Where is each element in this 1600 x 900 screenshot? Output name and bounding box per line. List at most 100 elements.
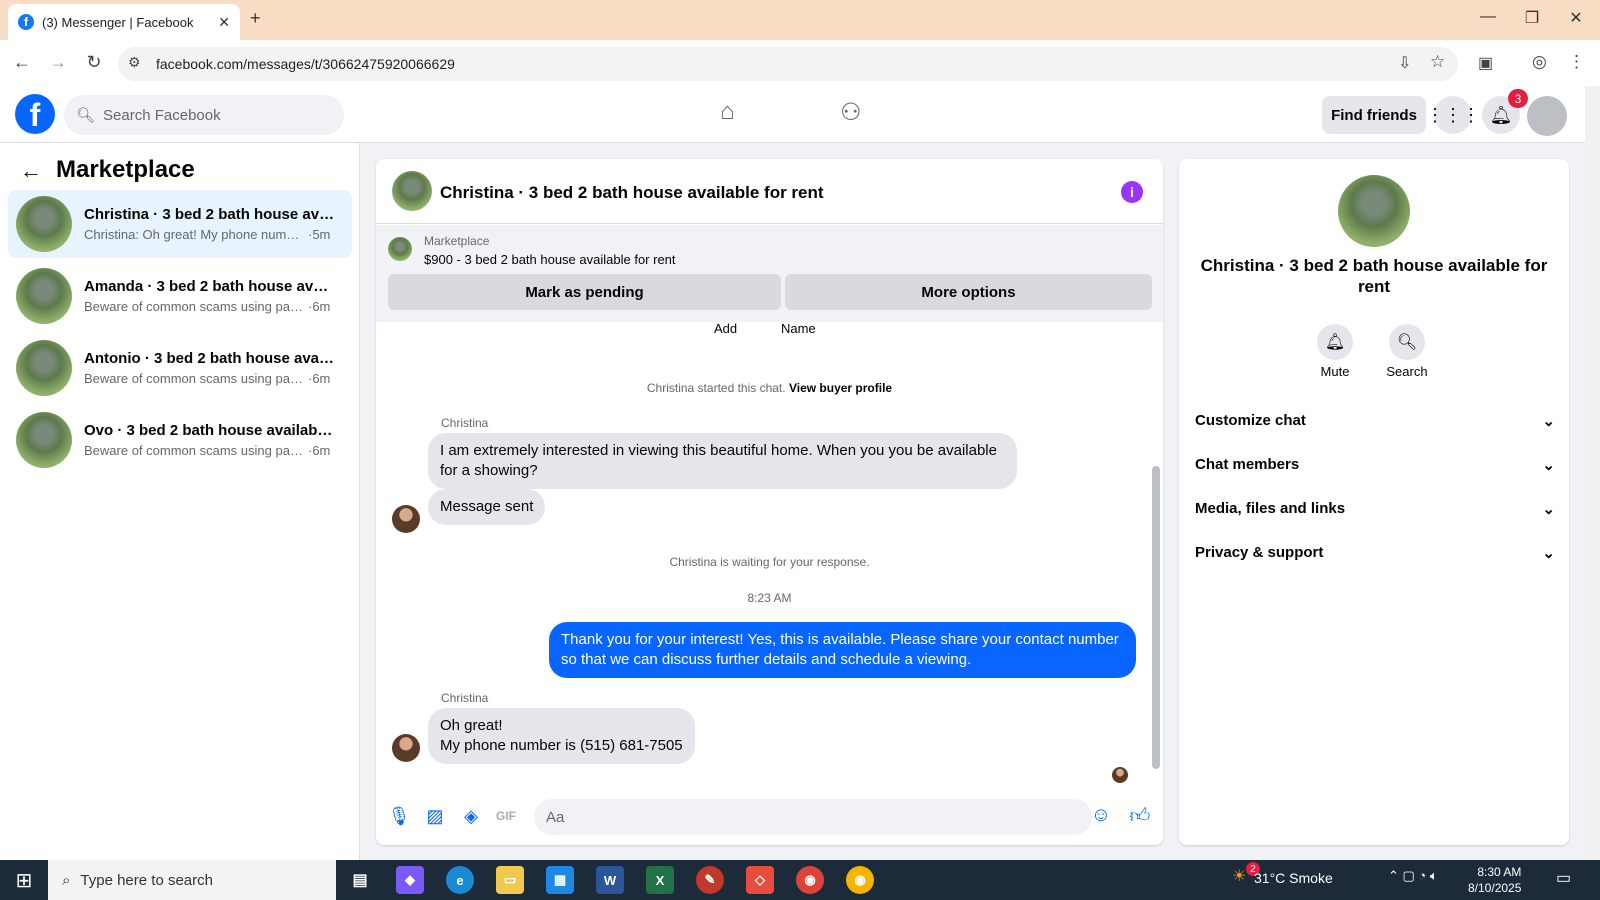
privacy-support-section[interactable]: Privacy & support ⌄ — [1195, 544, 1555, 562]
taskbar-search-input[interactable]: ⌕ Type here to search — [48, 860, 336, 900]
photo-icon[interactable]: ▨ — [423, 806, 447, 827]
weather-text[interactable]: 31°C Smoke — [1254, 870, 1333, 886]
new-tab-icon[interactable]: + — [250, 8, 261, 29]
chrome-profile-icon[interactable]: ◉ — [846, 866, 874, 894]
star-icon[interactable]: ☆ — [1430, 52, 1445, 72]
windows-start-icon[interactable]: ⊞ — [0, 860, 48, 900]
marketplace-title: Marketplace — [56, 156, 195, 183]
listing-price-title[interactable]: $900 - 3 bed 2 bath house available for … — [424, 252, 676, 267]
mute-bell-icon[interactable]: 🔔︎ — [1317, 324, 1353, 360]
taskbar-search-placeholder: Type here to search — [80, 871, 213, 889]
search-placeholder: Search Facebook — [103, 106, 221, 124]
file-explorer-icon[interactable]: ▭ — [496, 866, 524, 894]
search-label[interactable]: Search — [1372, 364, 1442, 379]
site-info-icon[interactable]: ⚙ — [128, 54, 141, 71]
conversation-time: ·5m — [308, 227, 331, 242]
christina-avatar[interactable] — [392, 505, 420, 533]
paint-icon[interactable]: ✎ — [696, 866, 724, 894]
store-icon[interactable]: ▦ — [546, 866, 574, 894]
menu-icon[interactable]: ⋮ — [1568, 52, 1585, 72]
more-options-button[interactable]: More options — [785, 274, 1152, 310]
chevron-down-icon: ⌄ — [1542, 545, 1555, 562]
close-tab-icon[interactable]: ✕ — [218, 14, 230, 31]
chat-info-name: Christina · 3 bed 2 bath house available… — [1200, 256, 1548, 296]
chat-scrollbar-thumb[interactable] — [1152, 466, 1160, 769]
section-label: Privacy & support — [1195, 544, 1324, 561]
section-label: Customize chat — [1195, 412, 1306, 429]
browser-tab[interactable]: f (3) Messenger | Facebook ✕ — [8, 4, 240, 40]
chat-started-text: Christina started this chat. — [646, 381, 786, 395]
like-icon[interactable]: 👍︎ — [1128, 804, 1152, 828]
conversation-item[interactable]: Christina · 3 bed 2 bath house avai... C… — [8, 190, 352, 258]
listing-thumbnail — [16, 268, 72, 324]
chat-listing-thumbnail[interactable] — [392, 171, 432, 211]
minimize-icon[interactable]: — — [1468, 8, 1508, 26]
view-buyer-profile-link[interactable]: View buyer profile — [789, 381, 892, 395]
marketplace-label: Marketplace — [424, 234, 490, 248]
conversation-snippet: Beware of common scams using pay... — [84, 299, 304, 314]
back-arrow-icon[interactable]: ← — [20, 158, 42, 184]
info-icon[interactable]: i — [1121, 181, 1143, 203]
chevron-down-icon: ⌄ — [1542, 413, 1555, 430]
chat-members-section[interactable]: Chat members ⌄ — [1195, 456, 1555, 474]
menu-grid-icon[interactable]: ⋮⋮⋮ — [1426, 96, 1480, 134]
chevron-down-icon: ⌄ — [1542, 457, 1555, 474]
sticker-icon[interactable]: ◈ — [459, 806, 483, 827]
taskbar-clock[interactable]: 8:30 AM 8/10/2025 — [1468, 864, 1521, 896]
install-icon[interactable]: ⇩ — [1398, 53, 1411, 73]
conversation-item[interactable]: Ovo · 3 bed 2 bath house available... Be… — [8, 406, 352, 474]
search-icon[interactable]: 🔍︎ — [1389, 324, 1425, 360]
url-text: facebook.com/messages/t/3066247592006662… — [156, 56, 455, 72]
media-icon[interactable]: ▣ — [1478, 53, 1493, 73]
emoji-icon[interactable]: ☺ — [1089, 804, 1113, 827]
conversation-name: Antonio · 3 bed 2 bath house avail... — [84, 350, 336, 367]
facebook-favicon-icon: f — [18, 14, 34, 30]
account-avatar[interactable] — [1527, 96, 1567, 136]
conversation-snippet: Beware of common scams using pay... — [84, 443, 304, 458]
waiting-notice: Christina is waiting for your response. — [669, 555, 870, 569]
chat-info-thumbnail[interactable] — [1338, 175, 1410, 247]
conversation-item[interactable]: Amanda · 3 bed 2 bath house avail... Bew… — [8, 262, 352, 330]
mark-as-pending-button[interactable]: Mark as pending — [388, 274, 781, 310]
url-bar[interactable]: facebook.com/messages/t/3066247592006662… — [118, 47, 1458, 81]
copilot-icon[interactable]: ◆ — [396, 866, 424, 894]
reload-icon[interactable]: ↻ — [82, 52, 106, 73]
media-files-links-section[interactable]: Media, files and links ⌄ — [1195, 500, 1555, 518]
excel-icon[interactable]: X — [646, 866, 674, 894]
chrome-icon[interactable]: ◉ — [796, 866, 824, 894]
message-bubble[interactable]: I am extremely interested in viewing thi… — [428, 433, 1017, 489]
back-icon[interactable]: ← — [10, 52, 34, 73]
microphone-icon[interactable]: 🎙︎ — [387, 806, 411, 827]
word-icon[interactable]: W — [596, 866, 624, 894]
forward-icon[interactable]: → — [46, 52, 70, 73]
anydesk-icon[interactable]: ◇ — [746, 866, 774, 894]
notification-center-icon[interactable]: ▭ — [1556, 868, 1571, 888]
friends-icon[interactable]: ⚇ — [840, 98, 862, 127]
message-bubble[interactable]: Oh great! My phone number is (515) 681-7… — [428, 708, 695, 764]
chat-title[interactable]: Christina · 3 bed 2 bath house available… — [440, 183, 824, 203]
system-tray-icons[interactable]: ⌃ ▢ ◔ 🔈︎ — [1388, 868, 1438, 884]
gif-icon[interactable]: GIF — [494, 809, 518, 823]
customize-chat-section[interactable]: Customize chat ⌄ — [1195, 412, 1555, 430]
profile-icon[interactable]: ◎ — [1532, 52, 1547, 72]
message-composer-input[interactable]: Aa — [534, 799, 1092, 835]
edge-icon[interactable]: e — [446, 866, 474, 894]
tab-title: (3) Messenger | Facebook — [42, 14, 194, 30]
mute-label[interactable]: Mute — [1300, 364, 1370, 379]
task-view-icon[interactable]: ▤ — [346, 866, 374, 894]
find-friends-button[interactable]: Find friends — [1322, 96, 1426, 134]
sent-message-bubble[interactable]: Thank you for your interest! Yes, this i… — [549, 622, 1136, 678]
composer-placeholder: Aa — [546, 808, 565, 826]
message-sender: Christina — [441, 416, 489, 430]
conversation-name: Ovo · 3 bed 2 bath house available... — [84, 422, 336, 439]
home-icon[interactable]: ⌂ — [720, 98, 735, 126]
message-bubble[interactable]: Message sent — [428, 489, 546, 525]
christina-avatar[interactable] — [392, 734, 420, 762]
close-window-icon[interactable]: ✕ — [1556, 8, 1596, 28]
restore-icon[interactable]: ❐ — [1512, 8, 1552, 28]
section-label: Media, files and links — [1195, 500, 1346, 517]
conversation-item[interactable]: Antonio · 3 bed 2 bath house avail... Be… — [8, 334, 352, 402]
page-scrollbar[interactable] — [1585, 86, 1600, 860]
facebook-search-input[interactable]: 🔍︎ Search Facebook — [64, 95, 344, 135]
facebook-logo-icon[interactable]: f — [15, 94, 55, 134]
